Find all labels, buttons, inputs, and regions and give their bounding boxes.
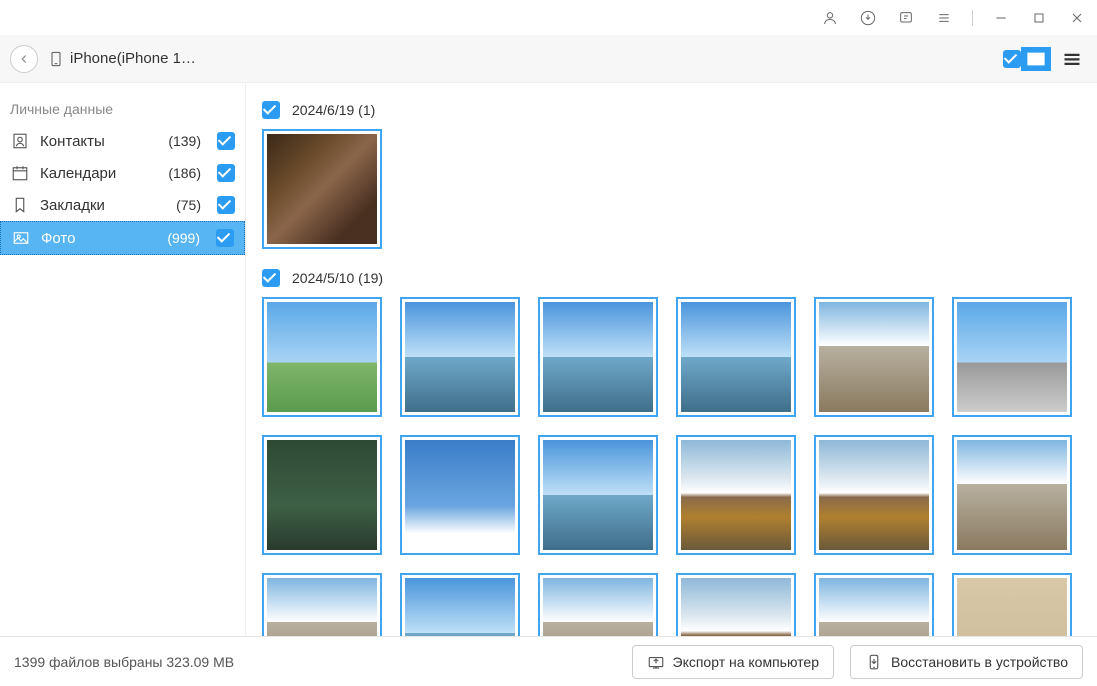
photo-thumb[interactable] xyxy=(262,297,382,417)
view-grid-button[interactable] xyxy=(1021,47,1051,71)
restore-icon xyxy=(865,653,883,671)
group-check[interactable] xyxy=(262,269,280,287)
photo-thumb[interactable] xyxy=(814,297,934,417)
photo-thumb[interactable] xyxy=(538,435,658,555)
export-label: Экспорт на компьютер xyxy=(673,654,820,670)
photo-icon xyxy=(11,228,31,248)
sidebar-item-check[interactable] xyxy=(217,132,235,150)
sidebar-item-photos[interactable]: Фото (999) xyxy=(0,221,245,255)
view-list-button[interactable] xyxy=(1057,47,1087,71)
photo-thumb[interactable] xyxy=(952,435,1072,555)
menu-icon[interactable] xyxy=(934,8,954,28)
maximize-button[interactable] xyxy=(1029,8,1049,28)
photo-thumb[interactable] xyxy=(952,297,1072,417)
sidebar-item-check[interactable] xyxy=(217,164,235,182)
photo-thumb[interactable] xyxy=(400,435,520,555)
photo-thumb[interactable] xyxy=(538,573,658,636)
photo-thumb[interactable] xyxy=(538,297,658,417)
photo-thumb[interactable] xyxy=(676,573,796,636)
sidebar-item-count: (139) xyxy=(168,133,201,149)
sidebar-item-count: (999) xyxy=(167,230,200,246)
calendar-icon xyxy=(10,163,30,183)
status-text: 1399 файлов выбраны 323.09 MB xyxy=(14,654,616,670)
group-check[interactable] xyxy=(262,101,280,119)
device-select-check[interactable] xyxy=(1003,50,1021,68)
photo-thumb[interactable] xyxy=(676,297,796,417)
back-button[interactable] xyxy=(10,45,38,73)
restore-label: Восстановить в устройство xyxy=(891,654,1068,670)
download-icon[interactable] xyxy=(858,8,878,28)
photo-thumb[interactable] xyxy=(262,129,382,249)
group-title: 2024/6/19 (1) xyxy=(292,102,375,118)
restore-button[interactable]: Восстановить в устройство xyxy=(850,645,1083,679)
photo-thumb[interactable] xyxy=(262,435,382,555)
sidebar-item-label: Фото xyxy=(41,230,157,247)
export-button[interactable]: Экспорт на компьютер xyxy=(632,645,835,679)
device-name: iPhone(iPhone 15… xyxy=(70,50,200,67)
sidebar-item-check[interactable] xyxy=(217,196,235,214)
sidebar-item-label: Календари xyxy=(40,165,158,182)
minimize-button[interactable] xyxy=(991,8,1011,28)
photo-thumb[interactable] xyxy=(814,573,934,636)
sidebar-item-bookmarks[interactable]: Закладки (75) xyxy=(0,189,245,221)
sidebar-item-label: Контакты xyxy=(40,133,158,150)
sidebar-item-check[interactable] xyxy=(216,229,234,247)
user-icon[interactable] xyxy=(820,8,840,28)
sidebar-section-title: Личные данные xyxy=(0,93,245,125)
sidebar-item-count: (75) xyxy=(176,197,201,213)
photo-thumb[interactable] xyxy=(814,435,934,555)
photo-thumb[interactable] xyxy=(400,297,520,417)
photo-thumb[interactable] xyxy=(262,573,382,636)
photo-thumb[interactable] xyxy=(400,573,520,636)
feedback-icon[interactable] xyxy=(896,8,916,28)
sidebar-item-count: (186) xyxy=(168,165,201,181)
phone-icon xyxy=(48,49,64,69)
close-button[interactable] xyxy=(1067,8,1087,28)
sidebar-item-label: Закладки xyxy=(40,197,166,214)
divider xyxy=(972,10,973,26)
export-icon xyxy=(647,653,665,671)
sidebar-item-contacts[interactable]: Контакты (139) xyxy=(0,125,245,157)
photo-thumb[interactable] xyxy=(952,573,1072,636)
photo-grid: 2024/6/19 (1) 2024/5/10 (19) xyxy=(246,83,1097,636)
sidebar: Личные данные Контакты (139) Календари (… xyxy=(0,83,246,636)
bookmark-icon xyxy=(10,195,30,215)
contacts-icon xyxy=(10,131,30,151)
photo-thumb[interactable] xyxy=(676,435,796,555)
group-title: 2024/5/10 (19) xyxy=(292,270,383,286)
sidebar-item-calendars[interactable]: Календари (186) xyxy=(0,157,245,189)
